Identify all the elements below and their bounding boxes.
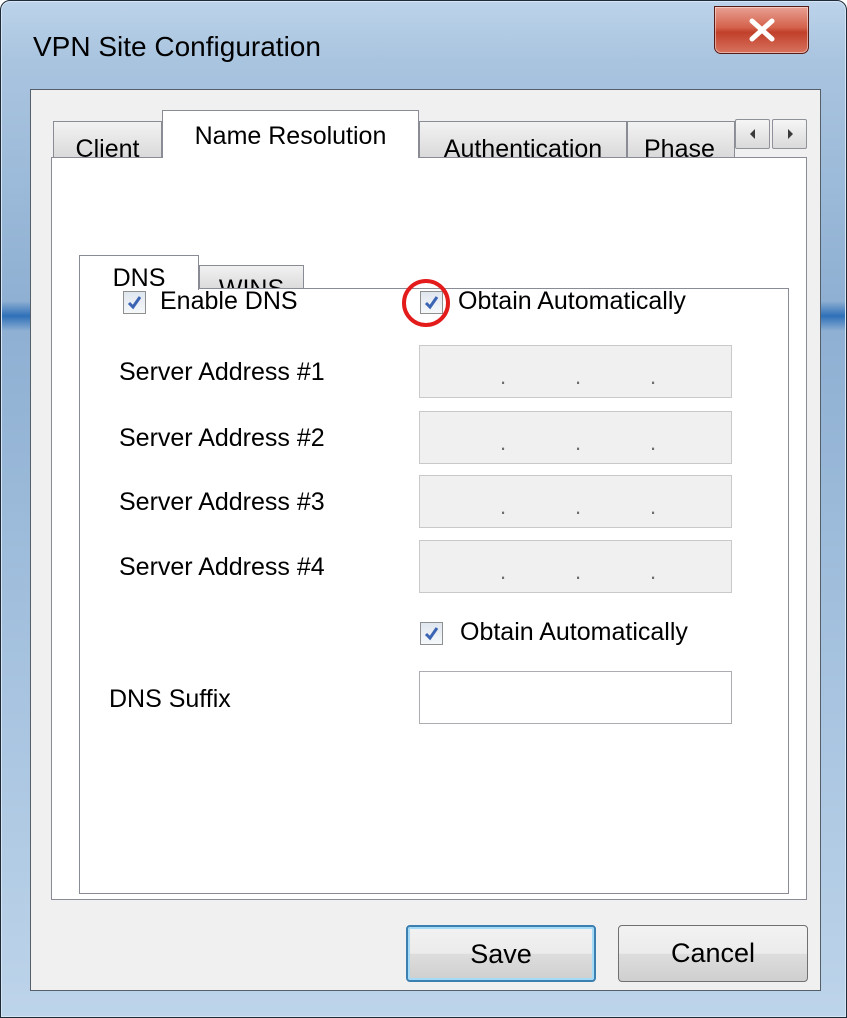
obtain-automatically-suffix-checkbox[interactable] bbox=[420, 622, 443, 645]
name-resolution-panel: DNS WINS Enable DNS Obtain Automatically… bbox=[51, 157, 807, 900]
vpn-site-configuration-window: VPN Site Configuration Client Name Resol… bbox=[0, 0, 847, 1018]
ip-separator: . bbox=[575, 364, 582, 389]
dns-suffix-field[interactable] bbox=[419, 671, 732, 724]
server-address-3-label: Server Address #3 bbox=[119, 488, 325, 516]
ip-separator: . bbox=[500, 430, 507, 455]
close-button[interactable] bbox=[714, 6, 809, 54]
ip-separator: . bbox=[500, 494, 507, 519]
obtain-automatically-suffix-label: Obtain Automatically bbox=[460, 618, 688, 646]
ip-separator: . bbox=[650, 430, 657, 455]
tab-dns[interactable]: DNS bbox=[79, 255, 199, 290]
dns-settings-panel: Enable DNS Obtain Automatically Server A… bbox=[79, 287, 789, 894]
title-bar[interactable]: VPN Site Configuration bbox=[1, 1, 846, 89]
tab-phase[interactable]: Phase bbox=[627, 121, 735, 158]
dialog-body: Client Name Resolution Authentication Ph… bbox=[30, 89, 821, 991]
ip-separator: . bbox=[650, 364, 657, 389]
window-title: VPN Site Configuration bbox=[33, 31, 321, 62]
server-address-4-field[interactable]: . . . bbox=[419, 540, 732, 593]
dns-suffix-label: DNS Suffix bbox=[109, 685, 231, 713]
tab-authentication[interactable]: Authentication bbox=[419, 121, 627, 158]
server-address-4-label: Server Address #4 bbox=[119, 553, 325, 581]
server-address-1-label: Server Address #1 bbox=[119, 358, 325, 386]
save-button[interactable]: Save bbox=[406, 925, 596, 982]
enable-dns-checkbox[interactable] bbox=[123, 291, 146, 314]
ip-separator: . bbox=[575, 494, 582, 519]
ip-separator: . bbox=[500, 559, 507, 584]
cancel-button[interactable]: Cancel bbox=[618, 925, 808, 982]
ip-separator: . bbox=[575, 430, 582, 455]
ip-separator: . bbox=[650, 559, 657, 584]
ip-separator: . bbox=[575, 559, 582, 584]
server-address-2-label: Server Address #2 bbox=[119, 424, 325, 452]
tab-scroll-right-button[interactable] bbox=[772, 119, 807, 149]
tab-name-resolution[interactable]: Name Resolution bbox=[162, 110, 419, 158]
server-address-1-field[interactable]: . . . bbox=[419, 345, 732, 398]
ip-separator: . bbox=[650, 494, 657, 519]
enable-dns-label: Enable DNS bbox=[160, 287, 298, 315]
tab-scroll-arrows bbox=[735, 119, 809, 149]
tab-client[interactable]: Client bbox=[53, 121, 162, 158]
ip-separator: . bbox=[500, 364, 507, 389]
obtain-automatically-servers-label: Obtain Automatically bbox=[458, 287, 686, 315]
server-address-3-field[interactable]: . . . bbox=[419, 475, 732, 528]
highlight-annotation-circle bbox=[402, 279, 450, 327]
server-address-2-field[interactable]: . . . bbox=[419, 411, 732, 464]
tab-scroll-left-button[interactable] bbox=[735, 119, 770, 149]
